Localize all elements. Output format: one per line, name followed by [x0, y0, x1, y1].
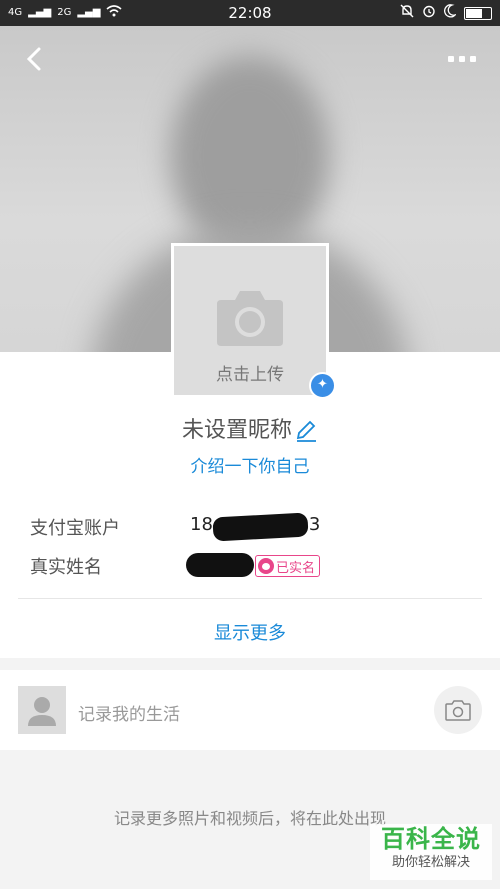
watermark-logo: 百科全说 助你轻松解决 — [370, 824, 492, 880]
real-name-label: 真实姓名 — [30, 557, 102, 578]
camera-icon — [217, 291, 283, 346]
redaction-mark — [212, 512, 309, 542]
redaction-mark-name — [186, 553, 254, 577]
upload-label: 点击上传 — [216, 365, 284, 385]
alipay-account-label: 支付宝账户 — [30, 518, 120, 539]
back-icon — [26, 47, 41, 71]
post-composer[interactable]: 记录我的生活 — [0, 670, 500, 750]
verified-name-badge: 已实名 — [255, 555, 321, 577]
watermark-subtitle: 助你轻松解决 — [391, 855, 470, 870]
intro-link[interactable]: 介绍一下你自己 — [0, 452, 500, 477]
status-icons — [400, 4, 492, 22]
back-button[interactable] — [20, 44, 50, 74]
watermark-title: 百科全说 — [381, 825, 481, 853]
show-more-link[interactable]: 显示更多 — [0, 619, 500, 645]
nickname: 未设置昵称 — [181, 418, 292, 443]
moon-icon — [444, 4, 458, 22]
divider — [18, 598, 482, 599]
user-avatar — [18, 686, 66, 734]
alarm-icon — [422, 4, 436, 22]
mute-icon — [400, 4, 414, 22]
more-button[interactable] — [448, 56, 478, 62]
avatar-upload[interactable]: 点击上传 — [171, 243, 329, 398]
camera-button-icon — [445, 700, 471, 721]
battery-icon — [464, 6, 492, 20]
status-bar: 4G ▂▄▆ 2G ▂▄▆ 22:08 — [0, 0, 500, 26]
more-icon — [448, 56, 454, 62]
camera-button[interactable] — [434, 686, 482, 734]
user-icon — [28, 697, 56, 726]
edit-icon[interactable] — [294, 420, 318, 442]
nickname-row[interactable]: 未设置昵称 — [0, 412, 500, 444]
person-icon — [258, 558, 274, 574]
verified-icon: ✦ — [309, 372, 336, 399]
post-placeholder[interactable]: 记录我的生活 — [78, 700, 180, 725]
